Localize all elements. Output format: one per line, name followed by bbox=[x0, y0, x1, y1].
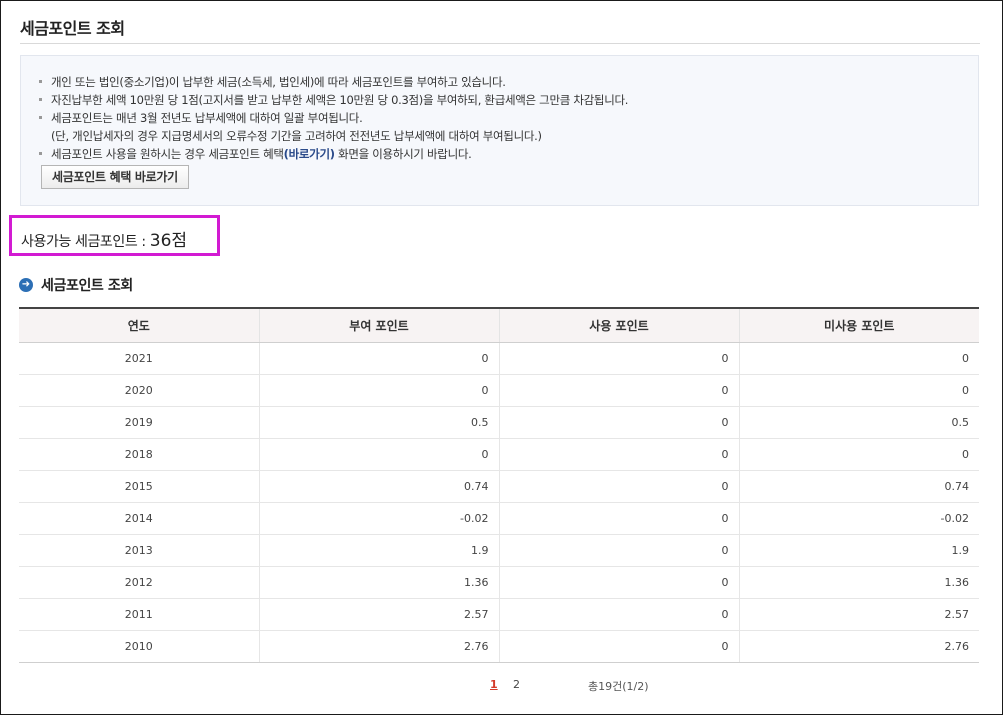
cell-unused: -0.02 bbox=[738, 502, 979, 535]
cell-granted: 0 bbox=[258, 374, 499, 407]
cell-granted: 0 bbox=[258, 438, 499, 471]
page-link-1[interactable]: 1 bbox=[490, 678, 498, 691]
section-header: ➜ 세금포인트 조회 bbox=[19, 275, 133, 295]
notice-line-text: 개인 또는 법인(중소기업)이 납부한 세금(소득세, 법인세)에 따라 세금포… bbox=[51, 75, 506, 89]
page-title: 세금포인트 조회 bbox=[20, 19, 125, 38]
notice-line-text: 세금포인트는 매년 3월 전년도 납부세액에 대하여 일괄 부여됩니다. bbox=[51, 111, 363, 125]
pagination: 1 2 총19건(1/2) bbox=[1, 678, 1003, 696]
cell-year: 2018 bbox=[19, 438, 259, 471]
column-header-used: 사용 포인트 bbox=[498, 307, 739, 343]
cell-unused: 0 bbox=[738, 342, 979, 375]
benefit-shortcut-button[interactable]: 세금포인트 혜택 바로가기 bbox=[41, 165, 189, 189]
table-row: 2019 0.5 0 0.5 bbox=[19, 406, 979, 439]
cell-unused: 2.57 bbox=[738, 598, 979, 631]
cell-granted: 0 bbox=[258, 342, 499, 375]
bullet-icon bbox=[39, 116, 42, 119]
cell-year: 2021 bbox=[19, 342, 259, 375]
notice-line: 자진납부한 세액 10만원 당 1점(고지서를 받고 납부한 세액은 10만원 … bbox=[39, 91, 978, 109]
notice-sub-line: (단, 개인납세자의 경우 지급명세서의 오류수정 기간을 고려하여 전전년도 … bbox=[51, 129, 542, 143]
page-link-2[interactable]: 2 bbox=[513, 678, 520, 691]
notice-line-text: 자진납부한 세액 10만원 당 1점(고지서를 받고 납부한 세액은 10만원 … bbox=[51, 93, 629, 107]
table-header-row: 연도 부여 포인트 사용 포인트 미사용 포인트 bbox=[19, 307, 979, 343]
cell-year: 2011 bbox=[19, 598, 259, 631]
cell-year: 2019 bbox=[19, 406, 259, 439]
table-row: 2012 1.36 0 1.36 bbox=[19, 566, 979, 599]
cell-year: 2020 bbox=[19, 374, 259, 407]
notice-line: 개인 또는 법인(중소기업)이 납부한 세금(소득세, 법인세)에 따라 세금포… bbox=[39, 73, 978, 91]
cell-granted: 1.9 bbox=[258, 534, 499, 567]
cell-year: 2010 bbox=[19, 630, 259, 663]
cell-used: 0 bbox=[498, 534, 739, 567]
cell-unused: 2.76 bbox=[738, 630, 979, 663]
cell-granted: 2.76 bbox=[258, 630, 499, 663]
column-header-granted: 부여 포인트 bbox=[258, 307, 499, 343]
cell-year: 2013 bbox=[19, 534, 259, 567]
cell-used: 0 bbox=[498, 470, 739, 503]
table-row: 2010 2.76 0 2.76 bbox=[19, 630, 979, 663]
cell-used: 0 bbox=[498, 630, 739, 663]
available-points-box: 사용가능 세금포인트 : 36점 bbox=[9, 215, 220, 256]
available-points-value: 36점 bbox=[149, 231, 188, 251]
table-row: 2015 0.74 0 0.74 bbox=[19, 470, 979, 503]
cell-used: 0 bbox=[498, 342, 739, 375]
bullet-icon bbox=[39, 152, 42, 155]
cell-granted: 2.57 bbox=[258, 598, 499, 631]
cell-unused: 0 bbox=[738, 438, 979, 471]
cell-unused: 0.5 bbox=[738, 406, 979, 439]
cell-unused: 0 bbox=[738, 374, 979, 407]
cell-used: 0 bbox=[498, 566, 739, 599]
arrow-right-circle-icon: ➜ bbox=[19, 278, 33, 292]
cell-granted: -0.02 bbox=[258, 502, 499, 535]
notice-line: 세금포인트는 매년 3월 전년도 납부세액에 대하여 일괄 부여됩니다. bbox=[39, 109, 978, 127]
points-table: 연도 부여 포인트 사용 포인트 미사용 포인트 2021 0 0 0 2020 0 0 0 2… bbox=[19, 307, 979, 663]
cell-used: 0 bbox=[498, 374, 739, 407]
cell-year: 2012 bbox=[19, 566, 259, 599]
notice-line-text: 화면을 이용하시기 바랍니다. bbox=[334, 147, 472, 161]
cell-unused: 1.36 bbox=[738, 566, 979, 599]
cell-year: 2015 bbox=[19, 470, 259, 503]
cell-granted: 1.36 bbox=[258, 566, 499, 599]
cell-used: 0 bbox=[498, 502, 739, 535]
benefit-shortcut-link[interactable]: (바로가기) bbox=[284, 147, 335, 161]
cell-used: 0 bbox=[498, 438, 739, 471]
notice-box: 개인 또는 법인(중소기업)이 납부한 세금(소득세, 법인세)에 따라 세금포… bbox=[20, 55, 979, 206]
pagination-total: 총19건(1/2) bbox=[588, 680, 649, 693]
table-row: 2013 1.9 0 1.9 bbox=[19, 534, 979, 567]
cell-year: 2014 bbox=[19, 502, 259, 535]
notice-line: 세금포인트 사용을 원하시는 경우 세금포인트 혜택(바로가기) 화면을 이용하… bbox=[39, 145, 978, 163]
section-title: 세금포인트 조회 bbox=[41, 278, 133, 294]
bullet-icon bbox=[39, 98, 42, 101]
cell-used: 0 bbox=[498, 406, 739, 439]
cell-unused: 0.74 bbox=[738, 470, 979, 503]
table-row: 2011 2.57 0 2.57 bbox=[19, 598, 979, 631]
table-row: 2014 -0.02 0 -0.02 bbox=[19, 502, 979, 535]
available-points-label: 사용가능 세금포인트 : bbox=[21, 234, 150, 250]
title-divider bbox=[20, 43, 980, 44]
cell-granted: 0.5 bbox=[258, 406, 499, 439]
column-header-unused: 미사용 포인트 bbox=[738, 307, 979, 343]
table-row: 2021 0 0 0 bbox=[19, 342, 979, 375]
page-frame: 세금포인트 조회 개인 또는 법인(중소기업)이 납부한 세금(소득세, 법인세… bbox=[0, 0, 1003, 715]
cell-granted: 0.74 bbox=[258, 470, 499, 503]
table-row: 2018 0 0 0 bbox=[19, 438, 979, 471]
column-header-year: 연도 bbox=[19, 307, 259, 343]
bullet-icon bbox=[39, 80, 42, 83]
table-row: 2020 0 0 0 bbox=[19, 374, 979, 407]
cell-used: 0 bbox=[498, 598, 739, 631]
cell-unused: 1.9 bbox=[738, 534, 979, 567]
notice-line-text: 세금포인트 사용을 원하시는 경우 세금포인트 혜택 bbox=[51, 147, 284, 161]
